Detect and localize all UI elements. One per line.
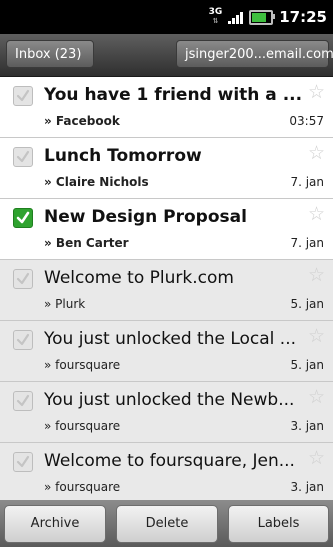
subject-text: You have 1 friend with a ... xyxy=(44,85,303,105)
checkbox-icon[interactable] xyxy=(13,452,33,472)
message-subject: You have 1 friend with a ... -... xyxy=(44,85,304,105)
message-subject: Welcome to foursquare, Jen... xyxy=(44,451,304,471)
message-date: 03:57 xyxy=(289,114,324,128)
star-icon[interactable]: ☆ xyxy=(308,144,325,163)
checkbox-icon[interactable] xyxy=(13,86,33,106)
mail-header: Inbox (23) jsinger200...email.com xyxy=(0,34,333,77)
checkmark-icon xyxy=(16,394,30,407)
message-date: 5. jan xyxy=(290,297,324,311)
message-sender: » Plurk xyxy=(44,297,86,311)
subject-text: New Design Proposal xyxy=(44,207,247,227)
message-sender: » foursquare xyxy=(44,358,121,372)
message-row[interactable]: Welcome to foursquare, Jen... » foursquar… xyxy=(0,443,333,500)
checkbox-icon[interactable] xyxy=(13,330,33,350)
message-sender: » foursquare xyxy=(44,480,121,494)
message-subject: You just unlocked the Local ... xyxy=(44,329,304,349)
message-date: 3. jan xyxy=(290,480,324,494)
message-sender: » Facebook xyxy=(44,114,120,128)
checkbox-icon[interactable] xyxy=(13,147,33,167)
labels-button[interactable]: Labels xyxy=(228,505,329,543)
account-tab[interactable]: jsinger200...email.com xyxy=(176,40,333,68)
message-date: 7. jan xyxy=(290,236,324,250)
battery-icon xyxy=(249,9,276,25)
message-date: 7. jan xyxy=(290,175,324,189)
message-subject: You just unlocked the Newb... xyxy=(44,390,304,410)
checkmark-icon xyxy=(16,333,30,346)
message-subject: Lunch Tomorrow xyxy=(44,146,304,166)
message-row[interactable]: You just unlocked the Local ... » foursqu… xyxy=(0,321,333,382)
network-arrows-icon: ⇅ xyxy=(212,17,219,25)
message-sender: » Ben Carter xyxy=(44,236,129,250)
clock: 17:25 xyxy=(279,8,327,26)
checkbox-icon[interactable] xyxy=(13,391,33,411)
checkmark-icon xyxy=(16,272,30,285)
checkbox-icon[interactable] xyxy=(13,269,33,289)
archive-button[interactable]: Archive xyxy=(4,505,106,543)
message-subject: Welcome to Plurk.com xyxy=(44,268,304,288)
network-label: 3G xyxy=(208,7,223,17)
status-bar: 3G ⇅ 17:25 xyxy=(0,0,333,34)
message-row[interactable]: Welcome to Plurk.com » Plurk 5. jan ☆ xyxy=(0,260,333,321)
message-row[interactable]: You just unlocked the Newb... » foursquar… xyxy=(0,382,333,443)
checkmark-icon xyxy=(16,150,30,163)
message-list[interactable]: You have 1 friend with a ... -... » Faceb… xyxy=(0,77,333,500)
gmail-inbox-screen: 3G ⇅ 17:25 Inbox (23) jsinger200...email… xyxy=(0,0,333,547)
star-icon[interactable]: ☆ xyxy=(308,266,325,285)
checkbox-icon[interactable] xyxy=(13,208,33,228)
subject-text: You just unlocked the Local ... xyxy=(44,329,297,349)
star-icon[interactable]: ☆ xyxy=(308,449,325,468)
checkmark-icon xyxy=(16,211,30,224)
star-icon[interactable]: ☆ xyxy=(308,205,325,224)
subject-text: Welcome to Plurk.com xyxy=(44,268,234,288)
message-subject: New Design Proposal xyxy=(44,207,304,227)
message-row[interactable]: Lunch Tomorrow » Claire Nichols 7. jan ☆ xyxy=(0,138,333,199)
star-icon[interactable]: ☆ xyxy=(308,388,325,407)
message-row[interactable]: You have 1 friend with a ... -... » Faceb… xyxy=(0,77,333,138)
status-icons: 3G ⇅ 17:25 xyxy=(209,0,327,34)
message-date: 3. jan xyxy=(290,419,324,433)
message-row[interactable]: New Design Proposal » Ben Carter 7. jan ☆ xyxy=(0,199,333,260)
signal-icon xyxy=(228,10,244,24)
network-3g-icon: 3G ⇅ xyxy=(209,8,223,26)
star-icon[interactable]: ☆ xyxy=(308,83,325,102)
message-sender: » Claire Nichols xyxy=(44,175,149,189)
message-date: 5. jan xyxy=(290,358,324,372)
bottom-toolbar: Archive Delete Labels xyxy=(0,500,333,547)
message-sender: » foursquare xyxy=(44,419,121,433)
delete-button[interactable]: Delete xyxy=(116,505,218,543)
star-icon[interactable]: ☆ xyxy=(308,327,325,346)
subject-text: Lunch Tomorrow xyxy=(44,146,202,166)
checkmark-icon xyxy=(16,89,30,102)
subject-text: You just unlocked the Newb... xyxy=(44,390,295,410)
inbox-tab[interactable]: Inbox (23) xyxy=(6,40,94,68)
checkmark-icon xyxy=(16,455,30,468)
battery-fill xyxy=(252,12,267,22)
subject-text: Welcome to foursquare, Jen... xyxy=(44,451,295,471)
subject-suffix: -... xyxy=(302,85,304,105)
